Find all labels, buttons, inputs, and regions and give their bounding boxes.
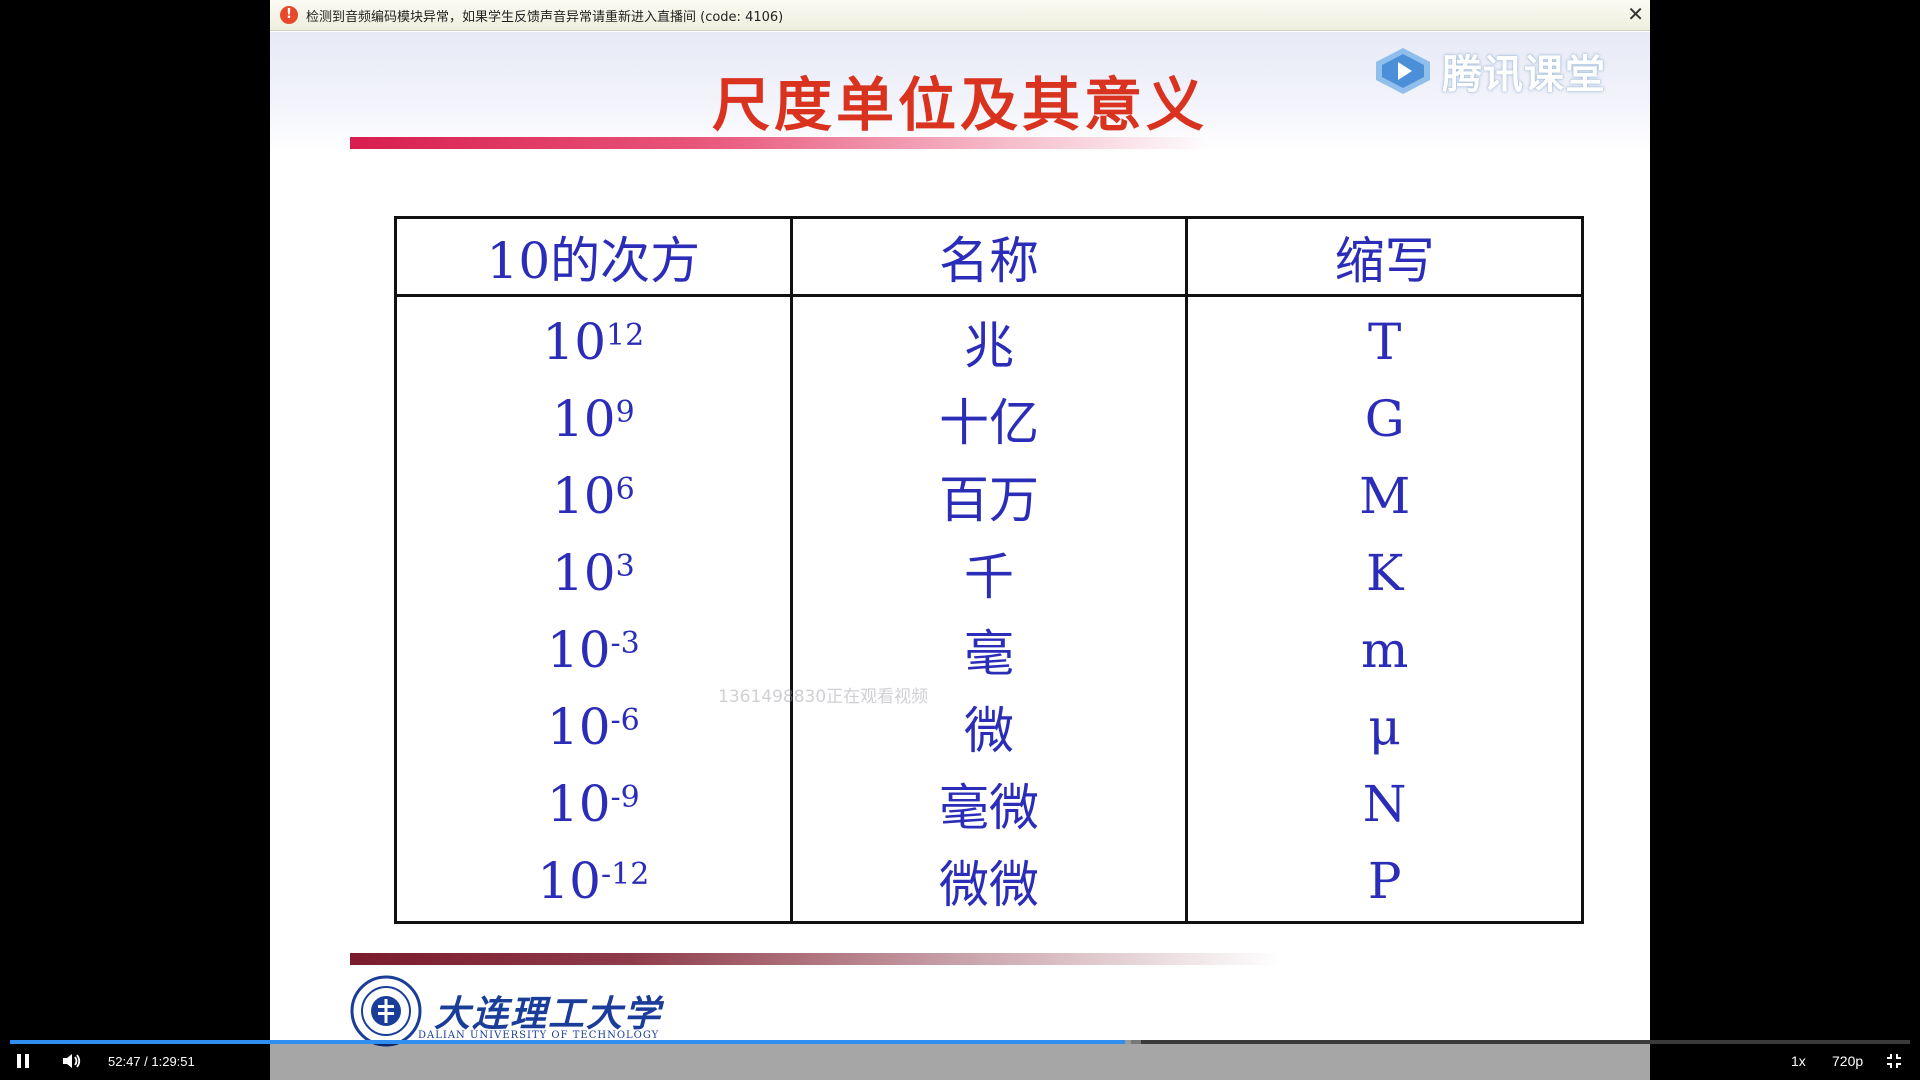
power-cell: 10 -3 xyxy=(397,611,790,688)
column-header-abbr: 缩写 xyxy=(1185,219,1581,294)
power-base: 10 xyxy=(542,312,607,371)
power-exponent: -9 xyxy=(610,780,640,815)
abbr-cell: K xyxy=(1366,543,1404,602)
power-column: 10 12 10 9 10 6 10 3 10 -3 10 -6 10 -9 10 -12 xyxy=(397,297,790,921)
viewer-watermark: 1361498830正在观看视频 xyxy=(718,687,929,707)
brand-name: 腾讯课堂 xyxy=(1442,52,1606,98)
power-exponent: 12 xyxy=(606,318,645,353)
power-cell: 10 -9 xyxy=(397,765,790,842)
power-exponent: 3 xyxy=(615,549,635,584)
power-exponent: 6 xyxy=(615,472,635,507)
abbr-cell: M xyxy=(1359,466,1411,525)
power-exponent: 9 xyxy=(615,395,635,430)
notice-text: 检测到音频编码模块异常，如果学生反馈声音异常请重新进入直播间 (code: 41… xyxy=(306,9,784,25)
warning-icon: ! xyxy=(280,6,298,24)
player-controls xyxy=(0,1040,1920,1080)
abbr-cell: P xyxy=(1367,851,1402,910)
name-cell: 兆 xyxy=(964,316,1014,375)
name-cell: 千 xyxy=(964,547,1014,606)
pause-icon[interactable] xyxy=(14,1052,32,1070)
footer-rule xyxy=(350,953,1280,965)
table-body: 10 12 10 9 10 6 10 3 10 -3 10 -6 10 -9 10 -12 兆 … xyxy=(397,297,1581,921)
power-exponent: -3 xyxy=(610,626,640,661)
name-cell: 毫 xyxy=(964,624,1014,683)
power-base: 10 xyxy=(546,697,611,756)
exit-fullscreen-icon[interactable] xyxy=(1886,1053,1902,1069)
quality-button[interactable]: 720p xyxy=(1832,1053,1863,1069)
power-base: 10 xyxy=(551,466,616,525)
power-cell: 10 9 xyxy=(397,380,790,457)
column-header-power: 10的次方 xyxy=(486,231,701,290)
abbr-cell: N xyxy=(1362,774,1407,833)
power-exponent: -6 xyxy=(610,703,640,738)
slide: 尺度单位及其意义 腾讯课堂 10的次方 名称 缩写 10 12 10 9 10 6 1… xyxy=(270,0,1650,1080)
tencent-classroom-play-icon xyxy=(1376,48,1430,94)
name-column: 兆 十亿 百万 千 毫 微 毫微 微微 xyxy=(789,297,1186,921)
title-rule xyxy=(350,137,1210,149)
volume-icon[interactable] xyxy=(62,1052,82,1070)
abbr-cell: G xyxy=(1364,389,1405,448)
progress-marker xyxy=(1131,1040,1141,1044)
abbr-cell: μ xyxy=(1368,697,1401,756)
unit-table: 10的次方 名称 缩写 10 12 10 9 10 6 10 3 10 -3 10 -6 1… xyxy=(394,216,1584,924)
name-cell: 十亿 xyxy=(939,393,1039,452)
power-cell: 10 6 xyxy=(397,457,790,534)
abbr-column: T G M K m μ N P xyxy=(1185,297,1581,921)
warning-notice-bar: ! 检测到音频编码模块异常，如果学生反馈声音异常请重新进入直播间 (code: … xyxy=(270,0,1650,31)
name-cell: 微微 xyxy=(939,855,1039,914)
progress-bar[interactable] xyxy=(10,1040,1910,1044)
close-icon[interactable]: ✕ xyxy=(1627,3,1644,25)
speed-button[interactable]: 1x xyxy=(1791,1053,1806,1069)
brand-watermark: 腾讯课堂 xyxy=(1374,42,1606,100)
power-base: 10 xyxy=(546,774,611,833)
power-exponent: -12 xyxy=(600,857,650,892)
power-cell: 10 3 xyxy=(397,534,790,611)
power-base: 10 xyxy=(537,851,601,910)
power-cell: 10 12 xyxy=(397,303,790,380)
abbr-cell: T xyxy=(1368,312,1402,371)
playback-time: 52:47 / 1:29:51 xyxy=(108,1054,195,1069)
power-base: 10 xyxy=(551,543,616,602)
power-base: 10 xyxy=(546,620,611,679)
column-header-name: 名称 xyxy=(789,219,1186,294)
power-base: 10 xyxy=(551,389,616,448)
name-cell: 百万 xyxy=(939,470,1039,529)
name-cell: 毫微 xyxy=(939,778,1039,837)
table-header-row: 10的次方 名称 缩写 xyxy=(397,219,1581,297)
power-cell: 10 -12 xyxy=(397,842,790,919)
progress-played xyxy=(10,1040,1126,1044)
abbr-cell: m xyxy=(1360,620,1409,679)
university-seal-icon xyxy=(350,975,422,1047)
